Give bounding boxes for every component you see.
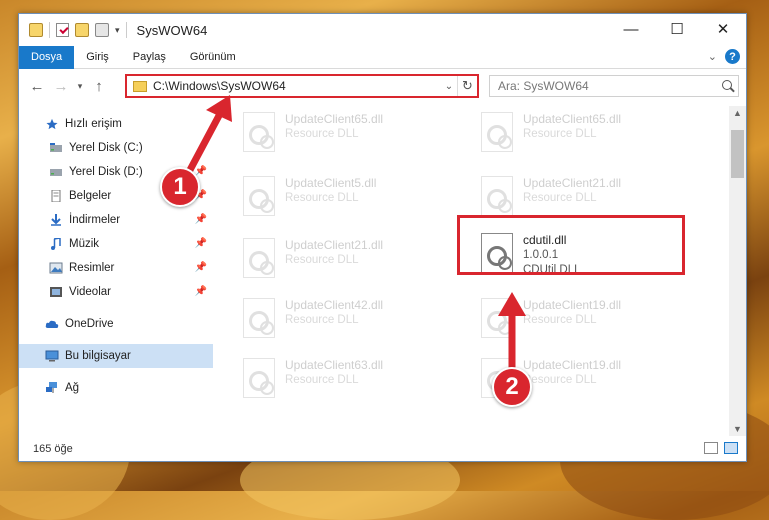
- arrow-1: [186, 95, 232, 174]
- annotation-arrows: [186, 95, 526, 376]
- arrow-2: [498, 292, 526, 376]
- callout-step-1: 1: [160, 167, 200, 207]
- callout-step-2: 2: [492, 367, 532, 407]
